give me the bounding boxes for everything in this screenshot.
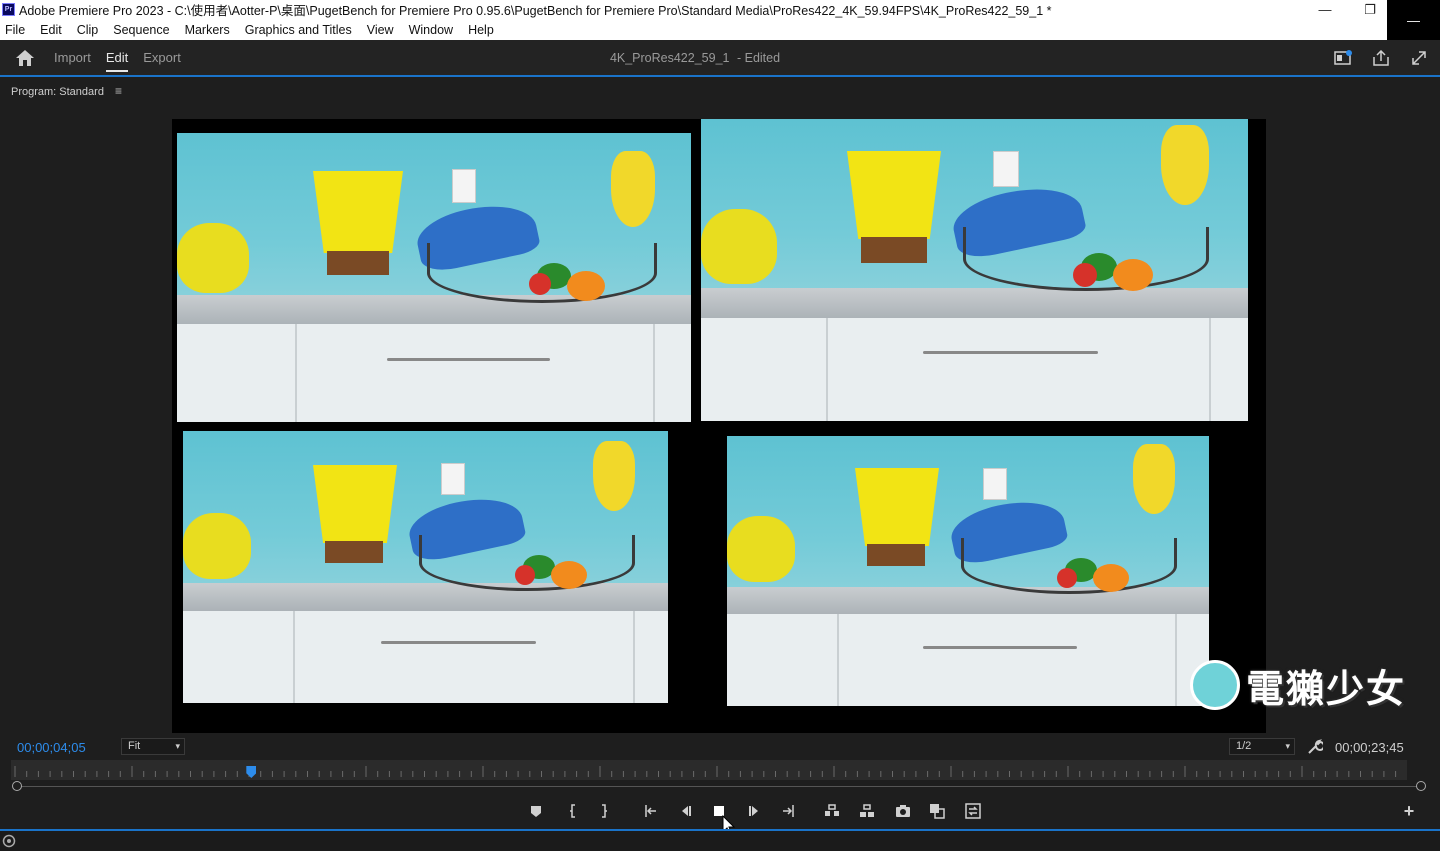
- add-marker-button[interactable]: [526, 801, 546, 821]
- zoom-level-value: Fit: [128, 740, 141, 752]
- lift-button[interactable]: [822, 801, 842, 821]
- monitor-controls-row: 00;00;04;05 Fit ▾ 1/2 ▾ 00;00;23;45: [0, 736, 1440, 758]
- time-ruler[interactable]: [11, 760, 1407, 780]
- program-monitor-header: Program: Standard ≡: [0, 80, 1440, 104]
- proxy-toggle-button[interactable]: [963, 801, 983, 821]
- video-frame-top-right: [701, 119, 1248, 421]
- playback-resolution-value: 1/2: [1236, 740, 1252, 752]
- go-to-in-button[interactable]: [640, 801, 660, 821]
- background-tasks-icon[interactable]: [2, 834, 16, 848]
- menu-edit[interactable]: Edit: [40, 23, 62, 37]
- workspace-header: Import Edit Export 4K_ProRes422_59_1 - E…: [0, 40, 1440, 77]
- watermark-text: 電獺少女: [1246, 668, 1407, 711]
- program-monitor-video[interactable]: [172, 119, 1266, 733]
- extract-icon: [860, 804, 874, 817]
- camera-icon: [896, 805, 910, 817]
- video-frame-bottom-right: [727, 436, 1209, 706]
- status-bar: [0, 829, 1440, 851]
- watermark-logo: 電獺少女: [1190, 652, 1420, 718]
- extract-button[interactable]: [857, 801, 877, 821]
- menu-view[interactable]: View: [367, 23, 394, 37]
- otter-mascot-icon: [1190, 660, 1240, 710]
- menu-file[interactable]: File: [5, 23, 25, 37]
- go-to-out-button[interactable]: [779, 801, 799, 821]
- wrench-settings-icon[interactable]: [1307, 739, 1323, 755]
- go-to-out-icon: [783, 805, 794, 817]
- quick-export-panel-icon[interactable]: [1334, 50, 1352, 66]
- button-editor-add-button[interactable]: +: [1399, 801, 1419, 821]
- chevron-down-icon: ▾: [175, 741, 180, 751]
- close-button[interactable]: —: [1387, 0, 1440, 40]
- mark-in-icon: [570, 804, 575, 818]
- zoom-scrollbar-right-handle[interactable]: [1416, 781, 1426, 791]
- menu-sequence[interactable]: Sequence: [113, 23, 169, 37]
- menu-markers[interactable]: Markers: [185, 23, 230, 37]
- step-forward-button[interactable]: [745, 801, 765, 821]
- restore-button[interactable]: ❐: [1350, 0, 1390, 19]
- mark-in-button[interactable]: [563, 801, 583, 821]
- playback-resolution-select[interactable]: 1/2 ▾: [1229, 738, 1295, 755]
- premiere-logo-icon: Pr: [2, 3, 15, 16]
- chevron-down-icon: ▾: [1285, 741, 1290, 751]
- menu-help[interactable]: Help: [468, 23, 494, 37]
- project-title: 4K_ProRes422_59_1 - Edited: [0, 51, 1390, 65]
- current-timecode[interactable]: 00;00;04;05: [17, 740, 86, 755]
- marker-icon: [531, 806, 541, 817]
- share-icon[interactable]: [1372, 50, 1390, 66]
- proxy-toggle-icon: [965, 803, 981, 819]
- step-back-button[interactable]: [675, 801, 695, 821]
- menu-clip[interactable]: Clip: [77, 23, 99, 37]
- comparison-view-button[interactable]: [927, 801, 947, 821]
- menu-bar: File Edit Clip Sequence Markers Graphics…: [0, 19, 1387, 40]
- mark-out-button[interactable]: [594, 801, 614, 821]
- mark-out-icon: [602, 804, 607, 818]
- go-to-in-icon: [645, 805, 656, 817]
- step-back-icon: [682, 806, 691, 816]
- minimize-button[interactable]: —: [1305, 0, 1345, 19]
- fullscreen-icon[interactable]: [1410, 50, 1428, 66]
- window-titlebar: Pr Adobe Premiere Pro 2023 - C:\使用者\Aott…: [0, 0, 1440, 40]
- lift-icon: [825, 804, 839, 816]
- video-frame-top-left: [177, 133, 691, 422]
- zoom-level-select[interactable]: Fit ▾: [121, 738, 185, 755]
- menu-graphics-and-titles[interactable]: Graphics and Titles: [245, 23, 352, 37]
- step-forward-icon: [749, 806, 758, 816]
- menu-window[interactable]: Window: [409, 23, 453, 37]
- project-status: - Edited: [736, 51, 781, 65]
- zoom-scrollbar[interactable]: [17, 786, 1422, 787]
- program-monitor-title[interactable]: Program: Standard: [11, 86, 104, 98]
- ruler-ticks: [14, 766, 1397, 777]
- comparison-view-icon: [930, 804, 945, 819]
- project-name: 4K_ProRes422_59_1: [609, 51, 730, 65]
- video-frame-bottom-left: [183, 431, 668, 703]
- panel-menu-icon[interactable]: ≡: [115, 84, 122, 98]
- duration-timecode: 00;00;23;45: [1335, 740, 1404, 755]
- window-title: Adobe Premiere Pro 2023 - C:\使用者\Aotter-…: [19, 4, 1052, 18]
- zoom-scrollbar-left-handle[interactable]: [12, 781, 22, 791]
- export-frame-button[interactable]: [893, 801, 913, 821]
